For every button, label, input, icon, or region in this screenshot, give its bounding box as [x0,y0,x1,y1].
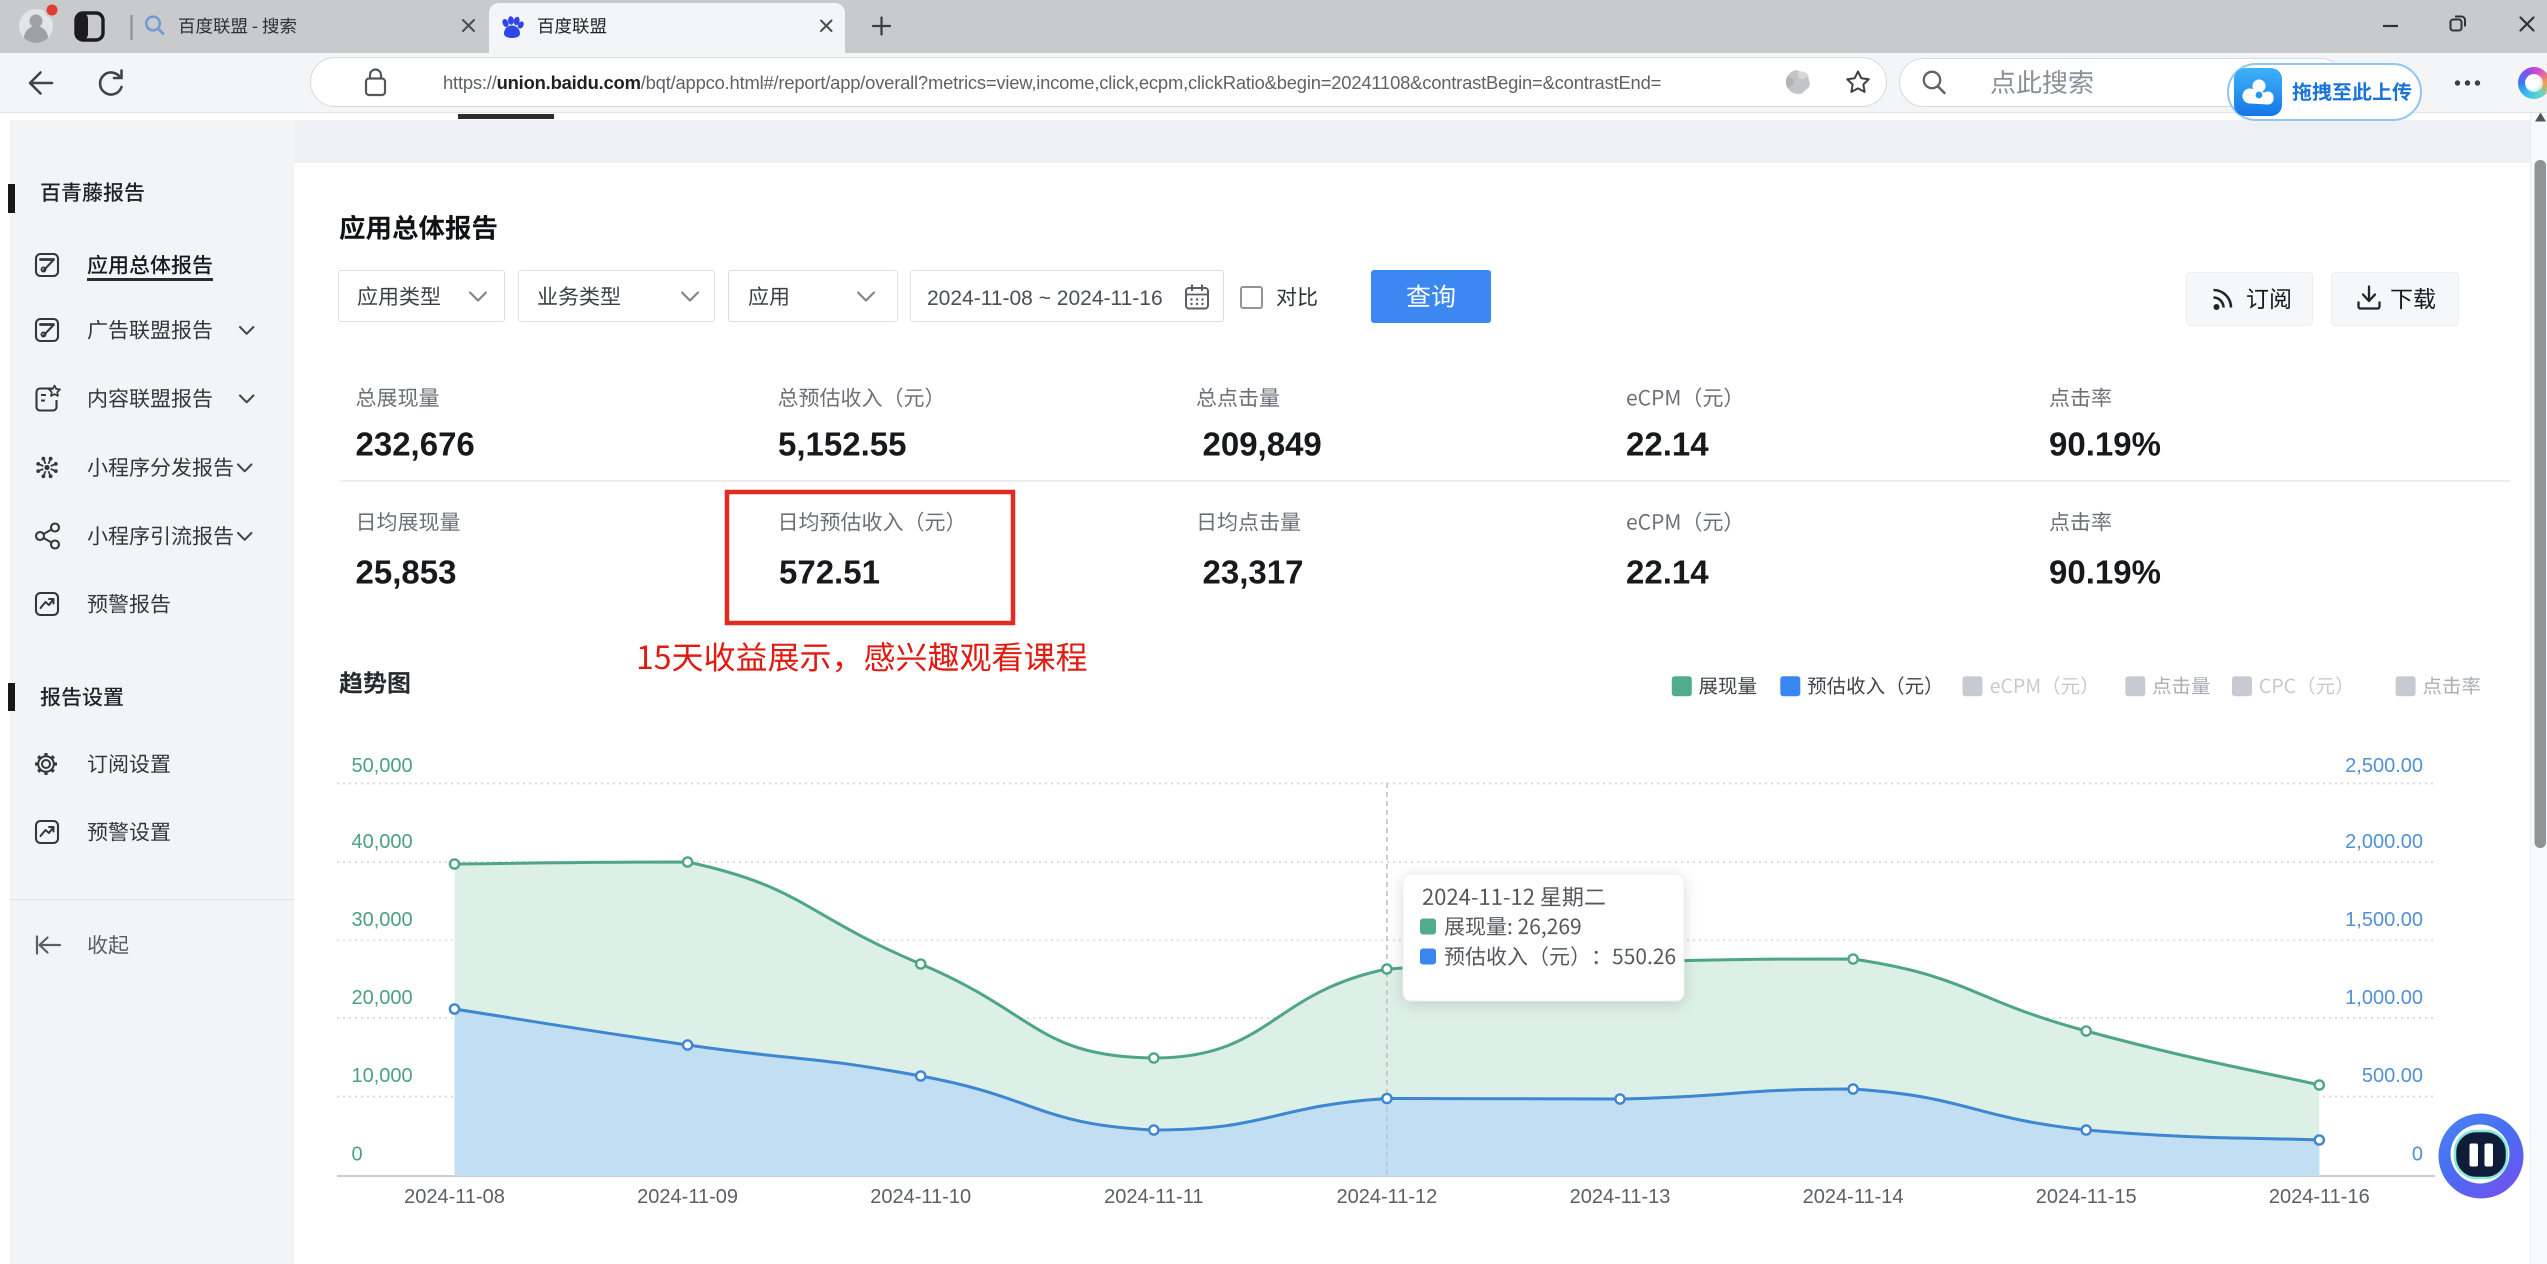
svg-text:572.51: 572.51 [779,554,880,591]
svg-text:90.19%: 90.19% [2049,554,2161,591]
svg-text:25,853: 25,853 [356,554,457,591]
svg-text:23,317: 23,317 [1203,554,1304,591]
svg-text:209,849: 209,849 [1203,426,1322,463]
svg-text:2024-11-10: 2024-11-10 [870,1186,971,1208]
svg-text:2,500.00: 2,500.00 [2345,755,2423,777]
svg-text:22.14: 22.14 [1626,554,1709,591]
svg-text:90.19%: 90.19% [2049,426,2161,463]
svg-text:2024-11-16: 2024-11-16 [2269,1186,2370,1208]
svg-text:2024-11-08: 2024-11-08 [404,1186,505,1208]
svg-text:232,676: 232,676 [356,426,475,463]
svg-text:50,000: 50,000 [352,755,413,777]
svg-text:2024-11-13: 2024-11-13 [1570,1186,1671,1208]
svg-text:0: 0 [2412,1144,2423,1166]
svg-text:22.14: 22.14 [1626,426,1709,463]
svg-text:5,152.55: 5,152.55 [778,426,906,463]
svg-text:20,000: 20,000 [352,987,413,1009]
svg-text:500.00: 500.00 [2362,1065,2423,1087]
svg-text:2024-11-09: 2024-11-09 [637,1186,738,1208]
svg-text:2024-11-15: 2024-11-15 [2036,1186,2137,1208]
svg-text:2024-11-12: 2024-11-12 [1336,1186,1437,1208]
svg-text:2024-11-08 ~ 2024-11-16: 2024-11-08 ~ 2024-11-16 [927,287,1163,310]
svg-text:30,000: 30,000 [352,909,413,931]
svg-text:1,000.00: 1,000.00 [2345,987,2423,1009]
svg-text:1,500.00: 1,500.00 [2345,909,2423,931]
svg-text:2,000.00: 2,000.00 [2345,831,2423,853]
svg-text:2024-11-11: 2024-11-11 [1104,1186,1203,1208]
svg-text:2024-11-14: 2024-11-14 [1803,1186,1904,1208]
svg-text:0: 0 [352,1144,363,1166]
svg-text:10,000: 10,000 [352,1065,413,1087]
svg-text:https://union.baidu.com/bqt/ap: https://union.baidu.com/bqt/appco.html#/… [443,72,1661,93]
svg-text:40,000: 40,000 [352,831,413,853]
